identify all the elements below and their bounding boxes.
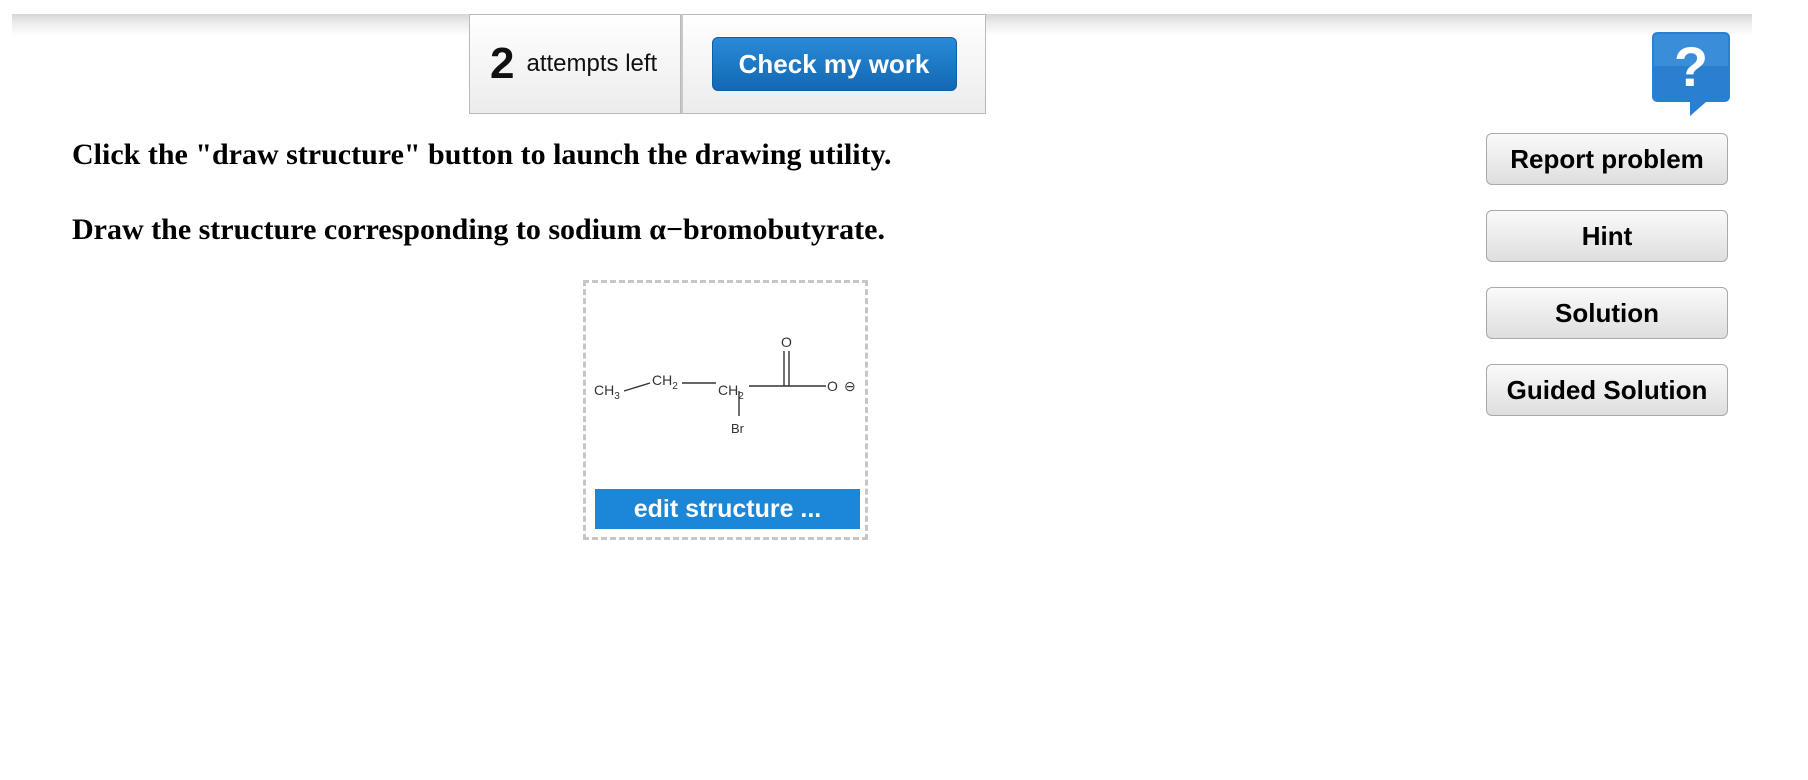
molecule-structure: CH3 CH2 CH2 Br O O ⊖	[594, 334, 856, 436]
check-my-work-button[interactable]: Check my work	[711, 37, 957, 91]
negative-charge-icon: ⊖	[844, 378, 856, 394]
instruction-draw-structure: Draw the structure corresponding to sodi…	[72, 213, 885, 246]
atom-ch3: CH3	[594, 382, 620, 402]
atom-o-double: O	[781, 334, 792, 350]
atom-ch2-b: CH2	[718, 382, 744, 402]
instruction-launch-utility: Click the "draw structure" button to lau…	[72, 138, 892, 171]
attempts-count: 2	[490, 39, 515, 88]
report-problem-button[interactable]: Report problem	[1486, 133, 1728, 185]
instructions: Click the "draw structure" button to lau…	[72, 138, 891, 247]
bond-ch3-ch2	[623, 382, 651, 392]
attempts-label: attempts left	[526, 50, 658, 77]
question-mark-help-icon[interactable]: ?	[1652, 32, 1730, 116]
hint-button[interactable]: Hint	[1486, 210, 1728, 262]
atom-br: Br	[731, 421, 745, 436]
guided-solution-button[interactable]: Guided Solution	[1486, 364, 1728, 416]
check-work-panel: Check my work	[681, 14, 986, 114]
help-glyph: ?	[1674, 35, 1708, 98]
edit-structure-button[interactable]: edit structure ...	[595, 489, 860, 529]
attempts-indicator: 2 attempts left	[469, 14, 681, 114]
attempt-bar: 2 attempts left Check my work	[469, 14, 986, 114]
structure-drawing-area[interactable]: CH3 CH2 CH2 Br O O ⊖ edit structure ...	[583, 280, 868, 540]
atom-ch2-a: CH2	[652, 372, 678, 392]
solution-button[interactable]: Solution	[1486, 287, 1728, 339]
atom-o-single: O	[827, 378, 838, 394]
